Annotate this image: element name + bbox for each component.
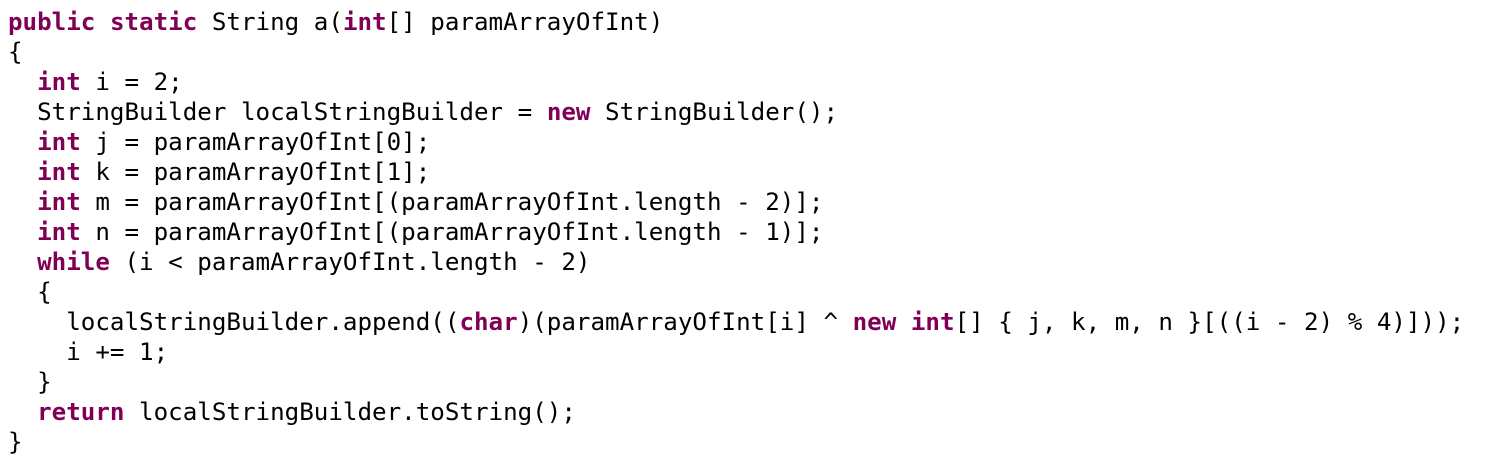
code-line: StringBuilder localStringBuilder = new S… bbox=[8, 97, 1498, 127]
code-line: int k = paramArrayOfInt[1]; bbox=[8, 157, 1498, 187]
code-token: localStringBuilder.toString(); bbox=[124, 398, 576, 426]
code-line: localStringBuilder.append((char)(paramAr… bbox=[8, 307, 1498, 337]
code-line: i += 1; bbox=[8, 337, 1498, 367]
code-line: { bbox=[8, 277, 1498, 307]
code-token: i = 2; bbox=[80, 68, 183, 96]
code-line: int i = 2; bbox=[8, 67, 1498, 97]
keyword-token: while bbox=[37, 248, 110, 276]
code-token: StringBuilder localStringBuilder = bbox=[8, 98, 547, 126]
code-line: } bbox=[8, 367, 1498, 397]
code-line: } bbox=[8, 427, 1498, 457]
keyword-token: int bbox=[910, 308, 955, 336]
keyword-token: new bbox=[852, 308, 897, 336]
keyword-token: char bbox=[459, 308, 518, 336]
code-token: localStringBuilder.append(( bbox=[8, 308, 460, 336]
keyword-token: public bbox=[8, 8, 96, 36]
keyword-token: new bbox=[546, 98, 591, 126]
code-token: String a( bbox=[197, 8, 343, 36]
code-lines: public static String a(int[] paramArrayO… bbox=[8, 7, 1498, 457]
keyword-token: static bbox=[109, 8, 198, 36]
code-token: j = paramArrayOfInt[0]; bbox=[80, 128, 431, 156]
code-line: int j = paramArrayOfInt[0]; bbox=[8, 127, 1498, 157]
code-token: { bbox=[8, 278, 52, 306]
code-line: return localStringBuilder.toString(); bbox=[8, 397, 1498, 427]
code-token: { bbox=[8, 38, 23, 66]
keyword-token: int bbox=[37, 128, 81, 156]
keyword-token: int bbox=[342, 8, 387, 36]
code-line: public static String a(int[] paramArrayO… bbox=[8, 7, 1498, 37]
code-viewer: public static String a(int[] paramArrayO… bbox=[0, 0, 1498, 464]
code-token: } bbox=[8, 368, 52, 396]
keyword-token: int bbox=[37, 218, 81, 246]
code-token: i += 1; bbox=[8, 338, 169, 366]
keyword-token: int bbox=[37, 188, 81, 216]
keyword-token: int bbox=[37, 158, 81, 186]
code-line: while (i < paramArrayOfInt.length - 2) bbox=[8, 247, 1498, 277]
code-token: StringBuilder(); bbox=[590, 98, 839, 126]
code-token: [] { j, k, m, n }[((i - 2) % 4)])); bbox=[954, 308, 1465, 336]
code-token: n = paramArrayOfInt[(paramArrayOfInt.len… bbox=[80, 218, 824, 246]
code-token: [] paramArrayOfInt) bbox=[386, 8, 664, 36]
code-line: int m = paramArrayOfInt[(paramArrayOfInt… bbox=[8, 187, 1498, 217]
code-token: k = paramArrayOfInt[1]; bbox=[80, 158, 431, 186]
code-token: (i < paramArrayOfInt.length - 2) bbox=[109, 248, 591, 276]
keyword-token: return bbox=[37, 398, 125, 426]
code-token: )(paramArrayOfInt[i] ^ bbox=[517, 308, 853, 336]
code-token: m = paramArrayOfInt[(paramArrayOfInt.len… bbox=[80, 188, 824, 216]
code-line: { bbox=[8, 37, 1498, 67]
code-line: int n = paramArrayOfInt[(paramArrayOfInt… bbox=[8, 217, 1498, 247]
code-token: } bbox=[8, 428, 23, 456]
keyword-token: int bbox=[37, 68, 81, 96]
